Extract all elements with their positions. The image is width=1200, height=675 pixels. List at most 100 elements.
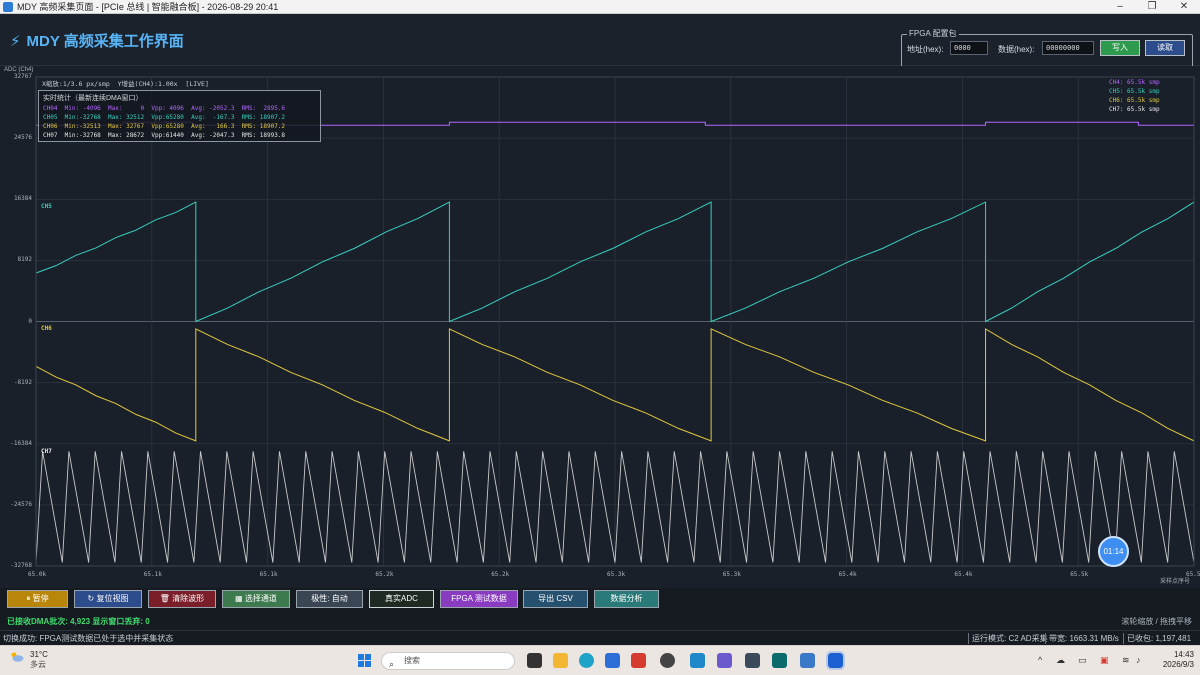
store-icon[interactable] [605,653,620,668]
waveform-plot-area[interactable]: ADC (Ch4) 32767 24576 16384 8192 0 -8192 -1638… [0,66,1200,588]
legend-ch5: CH5: 65.5k smp [1109,88,1160,95]
polarity-button[interactable]: 极性: 自动 [296,590,363,608]
terminal-icon[interactable] [745,653,760,668]
search-icon: ⌕ [389,659,395,669]
y-tick-label: 16384 [13,195,32,203]
tray-monitor-icon[interactable]: ▭ [1078,655,1087,666]
channel-label-ch6: CH6 [41,325,52,332]
clock-date: 2026/9/3 [1162,660,1194,669]
stats-panel: 实时统计（最新连续DMA窗口） CH04 Min: -4096 Max: 0 V… [38,90,321,142]
legend-ch7: CH7: 65.5k smp [1109,106,1160,113]
system-clock[interactable]: 14:43 2026/9/3 [1152,650,1194,670]
tray-chevron-icon[interactable]: ^ [1038,655,1042,665]
window-title: MDY 高频采集页面 - [PCIe 总线 | 智能融合板] - 2026-08… [17,2,279,12]
status-message: 切换成功: FPGA测试数据已处于选中并采集状态 [3,634,174,643]
cloud-icon [11,652,24,662]
clear-waveform-button[interactable]: 🗑 清除波形 [148,590,216,608]
status-bar: 切换成功: FPGA测试数据已处于选中并采集状态 运行模式: C2 AD采集 带… [0,630,1200,644]
data-analysis-button[interactable]: 数据分析 [594,590,659,608]
bolt-icon: ⚡ [10,33,21,50]
start-icon[interactable] [358,654,371,667]
file-explorer-icon[interactable] [553,653,568,668]
edge-icon[interactable] [579,653,594,668]
addr-input[interactable]: 0000 [950,41,988,55]
y-tick-label: 24576 [13,134,32,142]
taskbar: 31°C 多云 ⌕ 搜索 ^ ☁ ▭ ▣ ≋ ♪ 14:43 2026/9/3 [0,645,1200,675]
x-tick-label: 65.5k [1070,571,1089,578]
stats-title: 实时统计（最新连续DMA窗口） [43,95,143,102]
channel-label-ch7: CH7 [41,448,52,455]
zoom-pan-hint: 滚轮缩放 / 拖拽平移 [1121,617,1192,626]
select-channel-button[interactable]: ▦ 选择通道 [222,590,290,608]
app-icon-blue[interactable] [690,653,705,668]
chart-app-icon[interactable] [772,653,787,668]
stats-row-ch04: CH04 Min: -4096 Max: 0 Vpp: 4096 Avg: -2… [43,105,286,112]
export-csv-button[interactable]: 导出 CSV [523,590,588,608]
status-received: 已收包: 1,197,481 [1123,633,1191,644]
reset-view-button[interactable]: ↻ 复位视图 [74,590,142,608]
control-button-bar: ⏸ 暂停 ↻ 复位视图 🗑 清除波形 ▦ 选择通道 极性: 自动 真实ADC F… [0,588,1200,614]
status-mode: 运行模式: C2 AD采集 [968,633,1048,644]
tray-cloud-icon[interactable]: ☁ [1056,655,1065,666]
dma-status: 已接收DMA批次: 4,923 显示窗口丢弃: 0 [7,617,150,626]
app-icon-purple[interactable] [717,653,732,668]
legend-ch4: CH4: 65.5k smp [1109,79,1160,86]
data-input[interactable]: 00000000 [1042,41,1094,55]
x-tick-label: 65.3k [607,571,626,578]
app-title: ⚡ MDY 高频采集工作界面 [10,30,184,51]
active-app-icon[interactable] [826,651,845,670]
volume-icon[interactable]: ♪ [1136,655,1141,665]
y-tick-label: 0 [28,317,32,325]
y-tick-label: -24576 [10,500,32,508]
tray-app-icon[interactable]: ▣ [1100,655,1109,666]
stats-row-ch07: CH07 Min:-32768 Max: 28672 Vpp:61440 Avg… [43,132,286,139]
wps-icon[interactable] [631,653,646,668]
chatgpt-icon[interactable] [660,653,675,668]
real-adc-button[interactable]: 真实ADC [369,590,434,608]
fpga-config-legend: FPGA 配置包 [907,28,959,39]
x-tick-label: 65.4k [838,571,857,578]
wifi-icon[interactable]: ≋ [1122,655,1130,666]
clock-time: 14:43 [1173,650,1194,659]
search-placeholder: 搜索 [404,656,420,665]
header: ⚡ MDY 高频采集工作界面 FPGA 配置包 地址(hex): 0000 数据(… [0,14,1200,75]
read-button[interactable]: 读取 [1145,40,1185,56]
x-tick-label: 65.1k [143,571,162,578]
monitor-app-icon[interactable] [800,653,815,668]
y-tick-label: -32768 [10,562,32,569]
x-axis-name: 采样点序号 [1160,579,1191,585]
timer-badge[interactable]: 01:14 [1098,536,1129,567]
data-label: 数据(hex): [998,45,1035,54]
app-window: MDY 高频采集页面 - [PCIe 总线 | 智能融合板] - 2026-08… [0,0,1200,675]
write-button[interactable]: 写入 [1100,40,1140,56]
close-button[interactable]: ✕ [1168,1,1200,12]
x-tick-label: 65.2k [491,571,510,578]
pause-button[interactable]: ⏸ 暂停 [7,590,68,608]
addr-label: 地址(hex): [907,45,944,54]
x-tick-label: 65.3k [722,571,741,578]
x-tick-label: 65.0k [28,571,47,578]
maximize-button[interactable]: ❐ [1136,1,1168,12]
plot-info-line: X缩放:1/3.6 px/smp Y增益(CH4):1.00x [LIVE] [42,80,209,88]
fpga-test-data-button[interactable]: FPGA 测试数据 [440,590,518,608]
task-view-icon[interactable] [527,653,542,668]
y-tick-label: 32767 [13,73,32,80]
stats-row-ch06: CH06 Min:-32513 Max: 32767 Vpp:65280 Avg… [43,123,286,130]
x-tick-label: 65.1k [259,571,278,578]
taskbar-search[interactable]: ⌕ 搜索 [381,652,515,670]
waveform-svg [35,76,1195,567]
weather-temp: 31°C [30,650,48,659]
weather-desc: 多云 [30,660,46,669]
app-title-text: MDY 高频采集工作界面 [26,33,184,50]
x-tick-label: 65.2k [375,571,394,578]
y-tick-label: -16384 [10,439,32,447]
app-icon [3,1,13,12]
legend-ch6: CH6: 65.5k smp [1109,97,1160,104]
minimize-button[interactable]: – [1104,1,1136,12]
y-tick-label: 8192 [17,256,32,264]
y-tick-label: -8192 [13,378,32,386]
channel-label-ch5: CH5 [41,203,52,210]
x-tick-label: 65.4k [954,571,973,578]
stats-row-ch05: CH05 Min:-32768 Max: 32512 Vpp:65280 Avg… [43,114,286,121]
status-bandwidth: 带宽: 1663.31 MB/s [1045,633,1119,644]
